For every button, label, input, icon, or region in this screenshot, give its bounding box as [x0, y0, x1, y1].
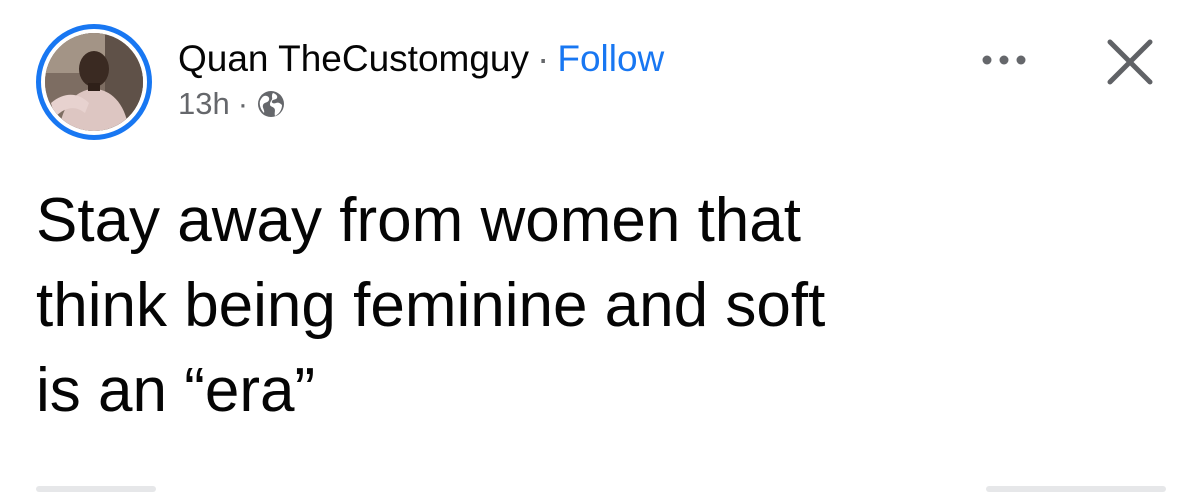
cropped-footer: [36, 486, 1166, 500]
post-timestamp[interactable]: 13h: [178, 86, 230, 122]
author-name[interactable]: Quan TheCustomguy: [178, 38, 529, 79]
avatar[interactable]: [45, 33, 143, 131]
close-button[interactable]: [1092, 24, 1168, 100]
close-icon: [1107, 39, 1153, 85]
post-header: Quan TheCustomguy · Follow 13h ·: [36, 24, 664, 140]
globe-icon: [258, 91, 285, 117]
footer-fragment: [986, 486, 1166, 492]
author-line: Quan TheCustomguy · Follow: [178, 36, 664, 82]
post-message-line: is an “era”: [36, 356, 316, 425]
post-meta: Quan TheCustomguy · Follow 13h ·: [178, 36, 664, 122]
more-horizontal-icon: [982, 55, 1026, 65]
facebook-post: Quan TheCustomguy · Follow 13h · Stay aw…: [0, 0, 1199, 500]
follow-link[interactable]: Follow: [557, 38, 664, 79]
timestamp-separator: ·: [237, 86, 249, 121]
post-subline: 13h ·: [178, 86, 664, 122]
avatar-photo: [45, 33, 143, 131]
post-message-line: think being feminine and soft: [36, 271, 826, 340]
footer-fragment: [36, 486, 156, 492]
separator-dot: ·: [537, 38, 550, 79]
post-message-line: Stay away from women that: [36, 186, 801, 255]
post-message: Stay away from women that think being fe…: [36, 178, 1166, 433]
avatar-story-ring[interactable]: [36, 24, 152, 140]
more-options-button[interactable]: [966, 30, 1042, 90]
